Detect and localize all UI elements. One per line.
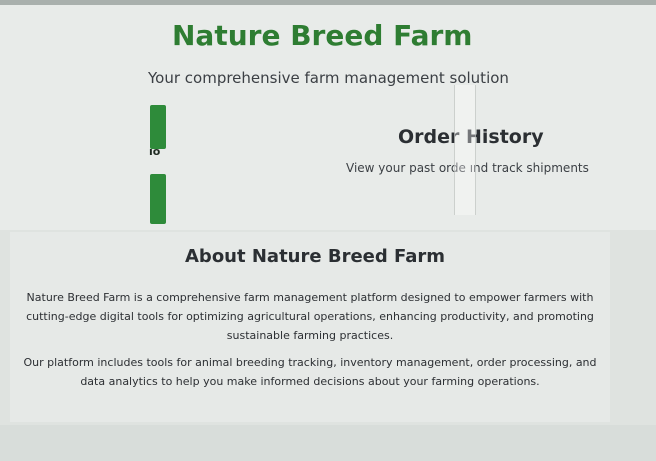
about-title: About Nature Breed Farm	[185, 246, 446, 267]
card-accent-bar	[150, 174, 166, 224]
screen-glare	[454, 85, 476, 215]
feature-card-partial[interactable]: ıo	[0, 100, 175, 230]
card-accent-bar	[150, 105, 166, 149]
page-title: Nature Breed Farm	[172, 19, 473, 52]
about-paragraph-1: Nature Breed Farm is a comprehensive far…	[26, 291, 594, 342]
about-section: About Nature Breed Farm Nature Breed Far…	[10, 232, 610, 422]
card-label-fragment: ıo	[149, 145, 161, 158]
about-paragraph-2: Our platform includes tools for animal b…	[23, 356, 597, 388]
order-history-card[interactable]: Order History View your past orde ınd tr…	[320, 100, 656, 230]
footer-band	[0, 425, 656, 461]
feature-cards: ıo Order History View your past orde ınd…	[0, 100, 656, 230]
hero-section: Nature Breed Farm Your comprehensive far…	[0, 5, 656, 230]
